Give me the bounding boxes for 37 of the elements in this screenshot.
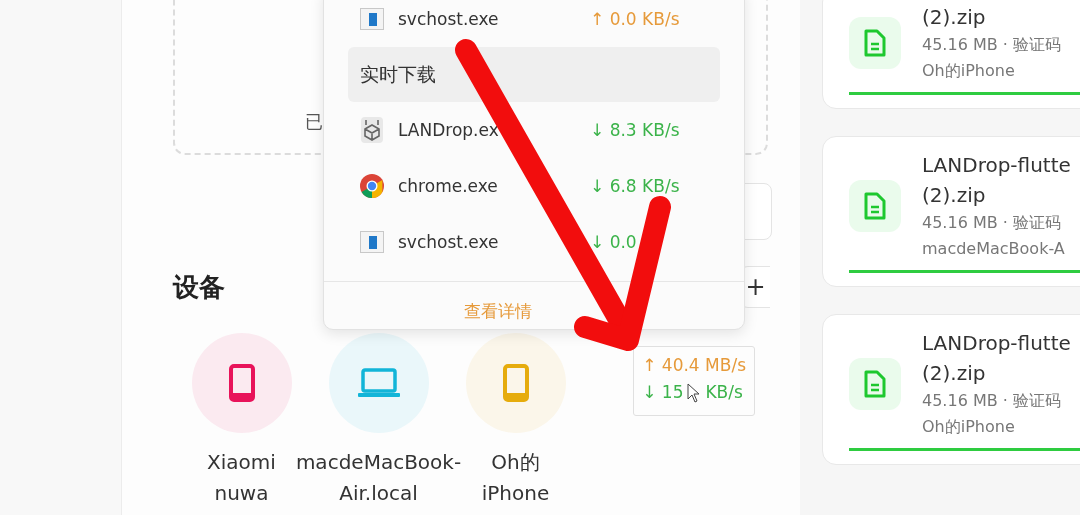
process-name: chrome.exe <box>398 176 499 196</box>
drop-zone-text: 已 <box>305 110 323 134</box>
file-name: LANDrop-flutte (2).zip <box>922 330 1072 387</box>
device-name: Xiaomi nuwa <box>207 449 276 507</box>
document-icon <box>864 192 886 220</box>
file-name: LANDrop-flutte (2).zip <box>922 152 1072 209</box>
process-speed: ↓ 6.8 KB/s <box>590 176 681 196</box>
process-name: svchost.exe <box>398 9 500 29</box>
sender-name: Oh的iPhone <box>922 416 1016 438</box>
window-icon <box>360 8 384 30</box>
process-speed: ↑ 0.0 KB/s <box>590 9 681 29</box>
transfer-card[interactable]: LANDrop-flutte (2).zip 45.16 MB · 验证码 Oh的iPhone <box>822 314 1080 465</box>
transfer-card[interactable]: LANDrop-flutte (2).zip 45.16 MB · 验证码 macdeMacBook-A <box>822 136 1080 287</box>
transfer-card[interactable]: (2).zip 45.16 MB · 验证码 Oh的iPhone <box>822 0 1080 109</box>
sender-name: Oh的iPhone <box>922 60 1016 82</box>
phone-icon <box>502 364 529 402</box>
process-speed: ↓ 8.3 KB/s <box>590 120 681 140</box>
window-icon <box>360 231 384 253</box>
section-header: 实时下载 <box>348 47 720 102</box>
section-title: 设备 <box>173 270 225 304</box>
file-meta: 45.16 MB · 验证码 <box>922 390 1062 412</box>
chrome-icon <box>360 174 384 198</box>
phone-icon <box>228 364 255 402</box>
cursor-icon <box>687 382 702 403</box>
process-name: LANDrop.ex <box>398 120 500 140</box>
process-speed: ↓ 0.0 <box>590 232 638 252</box>
file-name: (2).zip <box>922 4 987 31</box>
document-icon <box>864 370 886 398</box>
box-icon <box>360 116 384 144</box>
process-name: svchost.exe <box>398 232 500 252</box>
device-name: Oh的 iPhone <box>481 449 550 507</box>
file-meta: 45.16 MB · 验证码 <box>922 212 1062 234</box>
file-meta: 45.16 MB · 验证码 <box>922 34 1062 56</box>
sender-name: macdeMacBook-A <box>922 238 1066 260</box>
laptop-icon <box>356 368 401 398</box>
device-name: macdeMacBook- Air.local <box>295 449 462 507</box>
document-icon <box>864 29 886 57</box>
